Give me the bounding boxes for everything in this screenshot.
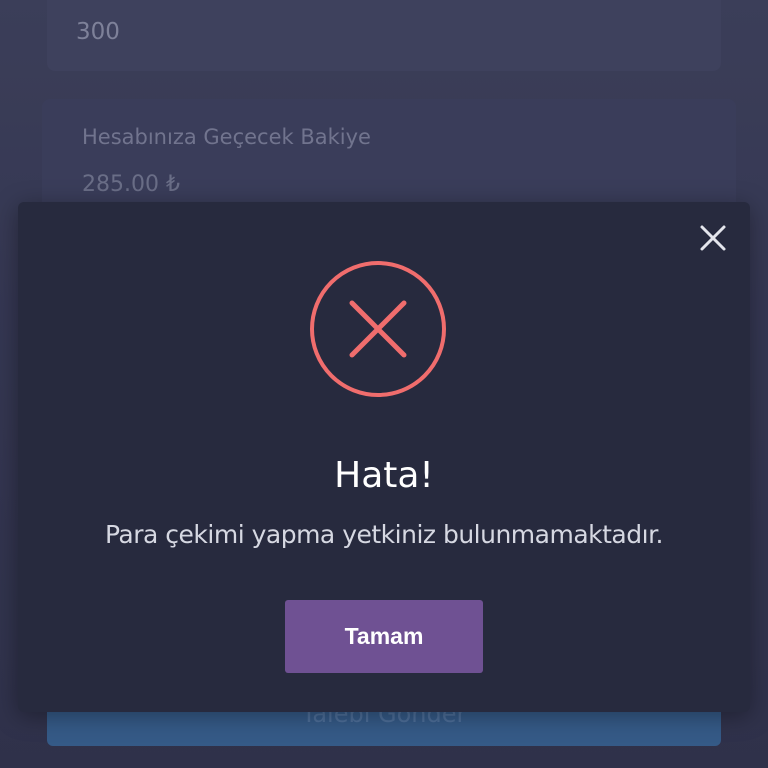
dialog-message: Para çekimi yapma yetkiniz bulunmamaktad…	[104, 520, 664, 549]
ok-button[interactable]: Tamam	[285, 600, 483, 673]
close-button[interactable]	[698, 223, 728, 253]
error-dialog: Hata! Para çekimi yapma yetkiniz bulunma…	[18, 202, 750, 712]
error-x-circle-icon	[310, 261, 446, 397]
close-icon	[700, 225, 726, 251]
dialog-title: Hata!	[334, 455, 434, 496]
